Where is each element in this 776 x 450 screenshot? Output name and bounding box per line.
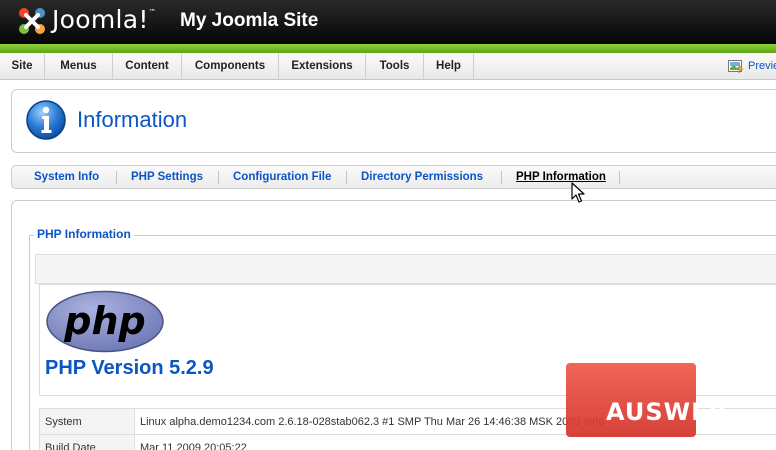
- tab-divider: [346, 171, 347, 184]
- information-icon: [26, 100, 66, 140]
- svg-text:php: php: [63, 299, 145, 343]
- tab-directory-permissions[interactable]: Directory Permissions: [361, 166, 483, 188]
- menu-help[interactable]: Help: [424, 53, 474, 80]
- menu-site[interactable]: Site: [0, 53, 45, 80]
- tab-configuration-file[interactable]: Configuration File: [233, 166, 331, 188]
- tab-divider: [218, 171, 219, 184]
- page-title: Information: [77, 107, 188, 132]
- menu-tools[interactable]: Tools: [366, 53, 424, 80]
- mouse-cursor-icon: [571, 182, 585, 203]
- joomla-logo-icon: [19, 8, 45, 34]
- preview-icon: [728, 60, 744, 74]
- info-tab-bar: System Info PHP Settings Configuration F…: [11, 165, 776, 189]
- header-bar: Joomla!™ My Joomla Site: [0, 0, 776, 44]
- tab-divider: [619, 171, 620, 184]
- joomla-logo-text: Joomla!™: [52, 5, 157, 34]
- page-title-panel: Information: [11, 89, 776, 153]
- menu-components[interactable]: Components: [182, 53, 279, 80]
- menu-menus[interactable]: Menus: [45, 53, 113, 80]
- menu-content[interactable]: Content: [113, 53, 182, 80]
- php-version-heading: PHP Version 5.2.9: [45, 357, 214, 379]
- tab-php-settings[interactable]: PHP Settings: [131, 166, 203, 188]
- tab-php-information[interactable]: PHP Information: [516, 166, 606, 188]
- tab-system-info[interactable]: System Info: [34, 166, 99, 188]
- table-cell-key: Build Date: [39, 434, 135, 450]
- preview-link[interactable]: Preview: [728, 59, 776, 75]
- menu-extensions[interactable]: Extensions: [279, 53, 366, 80]
- main-menu-bar: Site Menus Content Components Extensions…: [0, 53, 776, 80]
- header-accent-stripe: [0, 44, 776, 53]
- tab-divider: [501, 171, 502, 184]
- php-logo-icon: php: [46, 290, 164, 353]
- preview-label: Preview: [748, 60, 776, 72]
- site-name: My Joomla Site: [180, 10, 319, 31]
- watermark-text: AUSWEB: [606, 398, 728, 426]
- tab-divider: [116, 171, 117, 184]
- fieldset-legend: PHP Information: [34, 227, 134, 241]
- phpinfo-top-bar: [35, 254, 776, 284]
- table-cell-key: System: [39, 408, 135, 435]
